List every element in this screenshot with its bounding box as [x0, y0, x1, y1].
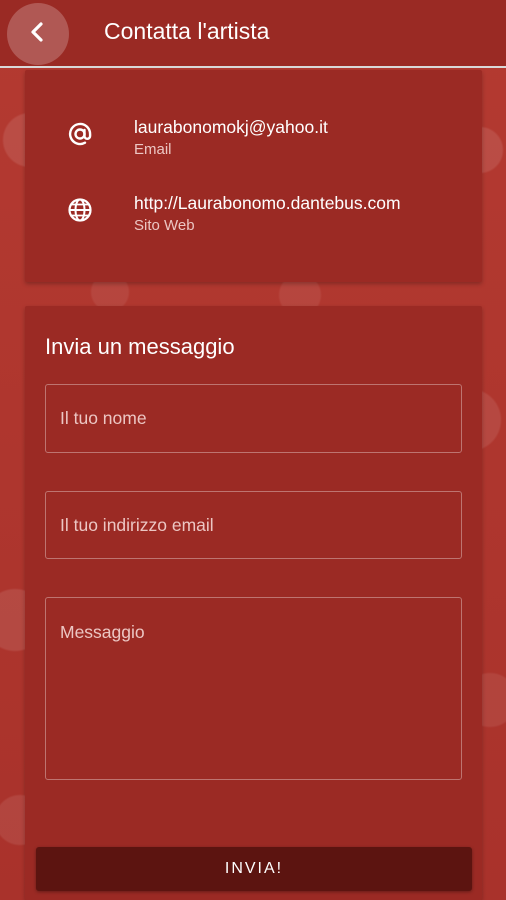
- form-title: Invia un messaggio: [45, 334, 235, 359]
- name-input[interactable]: [45, 384, 462, 453]
- email-input[interactable]: [45, 491, 462, 559]
- chevron-left-icon: [27, 21, 49, 48]
- back-button[interactable]: [7, 3, 69, 65]
- app-bar: Contatta l'artista: [0, 0, 506, 68]
- page-title: Contatta l'artista: [104, 18, 270, 44]
- at-icon: [66, 120, 94, 148]
- contact-info-card: [25, 70, 482, 282]
- contact-website-label: Sito Web: [134, 217, 195, 234]
- globe-icon: [66, 196, 94, 224]
- contact-email-label: Email: [134, 141, 172, 158]
- send-button[interactable]: INVIA!: [36, 847, 472, 891]
- contact-email-link[interactable]: laurabonomokj@yahoo.it: [134, 117, 328, 138]
- contact-website-link[interactable]: http://Laurabonomo.dantebus.com: [134, 193, 401, 214]
- message-textarea[interactable]: [45, 597, 462, 780]
